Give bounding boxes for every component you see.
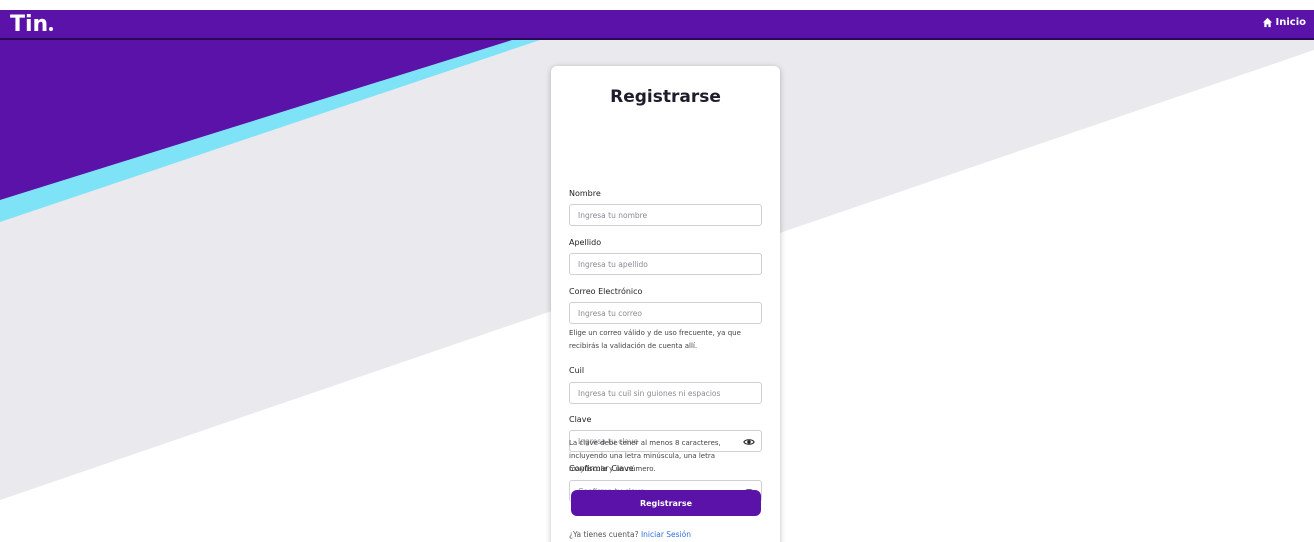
cuil-field-wrapper	[569, 382, 762, 404]
label-clave: Clave	[569, 415, 592, 424]
page: Tin Inicio Registrarse Nombre Apellido C…	[0, 0, 1314, 542]
correo-field-wrapper	[569, 302, 762, 324]
brand-logo[interactable]: Tin	[10, 12, 54, 37]
home-link[interactable]: Inicio	[1262, 17, 1307, 28]
password-helper-line: mayúscula y un número.	[569, 465, 656, 473]
email-helper-line: Elige un correo válido y de uso frecuent…	[569, 329, 741, 337]
home-label: Inicio	[1275, 17, 1307, 28]
email-helper-text: Elige un correo válido y de uso frecuent…	[569, 327, 764, 353]
home-icon	[1262, 17, 1272, 28]
nombre-field-wrapper	[569, 204, 762, 226]
nombre-input[interactable]	[570, 205, 761, 225]
email-helper-line: recibirás la validación de cuenta allí.	[569, 342, 698, 350]
login-link[interactable]: Iniciar Sesión	[641, 530, 691, 539]
apellido-field-wrapper	[569, 253, 762, 275]
top-navbar: Tin Inicio	[0, 10, 1314, 40]
label-apellido: Apellido	[569, 238, 602, 247]
label-cuil: Cuil	[569, 366, 585, 375]
logo-text: Tin	[10, 12, 49, 37]
login-prompt-text: ¿Ya tienes cuenta?	[569, 530, 639, 539]
login-prompt: ¿Ya tienes cuenta? Iniciar Sesión	[569, 530, 691, 539]
password-helper-line: incluyendo una letra minúscula, una letr…	[569, 452, 716, 460]
correo-input[interactable]	[570, 303, 761, 323]
logo-dot	[49, 27, 54, 31]
apellido-input[interactable]	[570, 254, 761, 274]
label-nombre: Nombre	[569, 189, 601, 198]
password-helper-line: La clave debe tener al menos 8 caractere…	[569, 439, 721, 447]
register-button[interactable]: Registrarse	[571, 490, 761, 516]
form-title: Registrarse	[610, 87, 721, 107]
label-correo: Correo Electrónico	[569, 287, 643, 296]
cuil-input[interactable]	[570, 383, 761, 403]
password-helper: La clave debe tener al menos 8 caractere…	[569, 437, 769, 476]
